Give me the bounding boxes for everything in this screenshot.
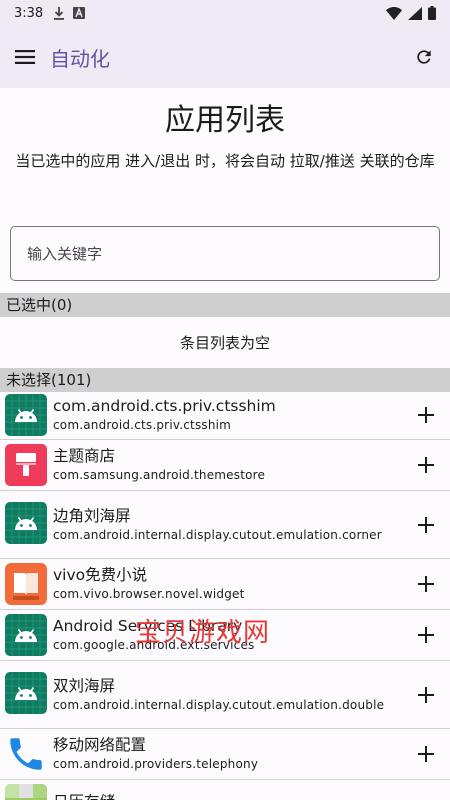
app-package: com.android.internal.display.cutout.emul… [53,527,382,542]
menu-button[interactable] [0,26,50,88]
add-button[interactable] [414,572,438,596]
status-notification-icons [53,6,86,20]
status-system-icons [386,6,436,20]
app-list-item[interactable]: 主题商店 com.samsung.android.themestore [0,440,450,491]
search-field[interactable] [10,226,440,281]
battery-icon [428,6,436,20]
app-package: com.vivo.browser.novel.widget [53,587,245,601]
selected-section-header: 已选中(0) [0,293,450,317]
plus-icon [418,746,434,762]
theme-store-icon [5,444,47,486]
android-icon [5,672,47,714]
plus-icon [418,516,434,533]
android-icon [5,394,47,436]
app-name: Android Services Library [53,617,243,635]
app-list-item[interactable]: 移动网络配置 com.android.providers.telephony [0,729,450,780]
calendar-icon [5,784,47,800]
plus-icon [418,627,434,643]
app-list-item[interactable]: com.android.cts.priv.ctsshim com.android… [0,391,450,440]
phone-icon [5,733,47,775]
status-time: 3:38 [14,5,44,21]
add-button[interactable] [414,453,438,477]
app-package: com.google.android.ext.services [53,638,255,652]
app-list: com.android.cts.priv.ctsshim com.android… [0,391,450,800]
app-list-item[interactable]: 日历存储 [0,780,450,800]
app-list-item[interactable]: vivo免费小说 com.vivo.browser.novel.widget [0,559,450,610]
page-description: 当已选中的应用 进入/退出 时，将会自动 拉取/推送 关联的仓库 [15,152,435,170]
search-input[interactable] [11,227,439,280]
app-package: com.android.internal.display.cutout.emul… [53,697,385,712]
android-icon [5,614,47,656]
app-package: com.android.cts.priv.ctsshim [53,418,232,432]
font-a-icon [73,7,86,19]
add-button[interactable] [414,513,438,537]
menu-icon [15,50,35,64]
plus-icon [418,407,434,423]
plus-icon [418,457,434,473]
add-button[interactable] [414,403,438,427]
app-list-item[interactable]: Android Services Library com.google.andr… [0,610,450,661]
app-package: com.samsung.android.themestore [53,468,266,482]
refresh-button[interactable] [398,26,450,88]
app-name: 边角刘海屏 [53,506,131,525]
add-button[interactable] [414,623,438,647]
app-name: vivo免费小说 [53,566,148,584]
novel-icon [5,563,47,605]
add-button[interactable] [414,742,438,766]
app-bar: 自动化 [0,26,450,88]
empty-list-text: 条目列表为空 [179,334,270,352]
wifi-icon [386,6,402,20]
add-button[interactable] [414,683,438,707]
android-icon [5,502,47,544]
app-name: 主题商店 [53,447,116,465]
app-name: 双刘海屏 [53,676,116,695]
signal-icon [408,6,422,20]
app-name: 日历存储 [53,792,403,800]
app-list-item[interactable]: 边角刘海屏 com.android.internal.display.cutou… [0,491,450,559]
plus-icon [418,686,434,703]
download-icon [54,6,65,20]
unselected-section-header: 未选择(101) [0,368,450,392]
app-title: 自动化 [50,46,110,71]
refresh-icon [417,50,431,64]
page-heading: 应用列表 [165,103,285,138]
app-package: com.android.providers.telephony [53,757,259,771]
app-name: 移动网络配置 [53,736,147,754]
status-bar: 3:38 [0,0,450,26]
app-name: com.android.cts.priv.ctsshim [53,397,276,415]
plus-icon [418,576,434,592]
app-list-item[interactable]: 双刘海屏 com.android.internal.display.cutout… [0,661,450,729]
